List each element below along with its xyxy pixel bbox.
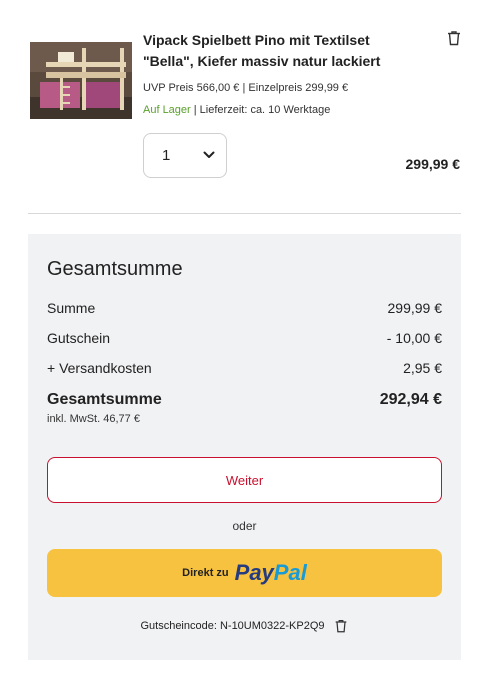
quantity-value: 1 — [162, 147, 171, 164]
continue-button[interactable]: Weiter — [47, 457, 442, 503]
stock-line: Auf Lager | Lieferzeit: ca. 10 Werktage — [143, 104, 330, 116]
product-title[interactable]: Vipack Spielbett Pino mit Textilset "Bel… — [143, 30, 423, 72]
total-label: Gesamtsumme — [47, 391, 162, 408]
summary-row-value: 299,99 € — [387, 300, 443, 316]
paypal-prefix: Direkt zu — [182, 567, 229, 579]
uvp-value: 566,00 € — [196, 82, 240, 94]
order-summary: Gesamtsumme Summe 299,99 € Gutschein - 1… — [28, 234, 461, 660]
summary-heading: Gesamtsumme — [47, 258, 183, 280]
trash-icon[interactable] — [445, 29, 463, 47]
delivery-value: ca. 10 Werktage — [250, 104, 331, 116]
delivery-label: | Lieferzeit: — [193, 104, 248, 116]
vat-note: inkl. MwSt. 46,77 € — [47, 413, 140, 425]
summary-row-value: - 10,00 € — [386, 330, 442, 346]
continue-button-label: Weiter — [225, 472, 264, 488]
trash-icon[interactable] — [333, 618, 349, 634]
or-separator: oder — [232, 519, 257, 533]
cart-item: Vipack Spielbett Pino mit Textilset "Bel… — [0, 0, 500, 214]
quantity-select[interactable]: 1 — [143, 133, 227, 178]
divider — [28, 213, 461, 214]
summary-row-label: + Versandkosten — [47, 360, 152, 376]
stock-status: Auf Lager — [143, 104, 191, 116]
chevron-down-icon — [202, 148, 216, 162]
product-image[interactable] — [30, 42, 132, 119]
summary-row-value: 2,95 € — [403, 360, 442, 376]
coupon-code: Gutscheincode: N-10UM0322-KP2Q9 — [140, 620, 325, 632]
uvp-label: UVP Preis — [143, 82, 194, 94]
summary-row-label: Gutschein — [47, 330, 111, 346]
price-line: UVP Preis 566,00 € | Einzelpreis 299,99 … — [143, 82, 348, 94]
total-value: 292,94 € — [379, 391, 442, 408]
summary-row-label: Summe — [47, 300, 96, 316]
unit-price-label: | Einzelpreis — [242, 82, 303, 94]
unit-price-value: 299,99 € — [305, 82, 349, 94]
paypal-button[interactable]: Direkt zu PayPal — [47, 549, 442, 597]
item-total: 299,99 € — [405, 156, 461, 172]
coupon-line: Gutscheincode: N-10UM0322-KP2Q9 — [28, 618, 461, 634]
paypal-logo: PayPal — [234, 560, 307, 585]
